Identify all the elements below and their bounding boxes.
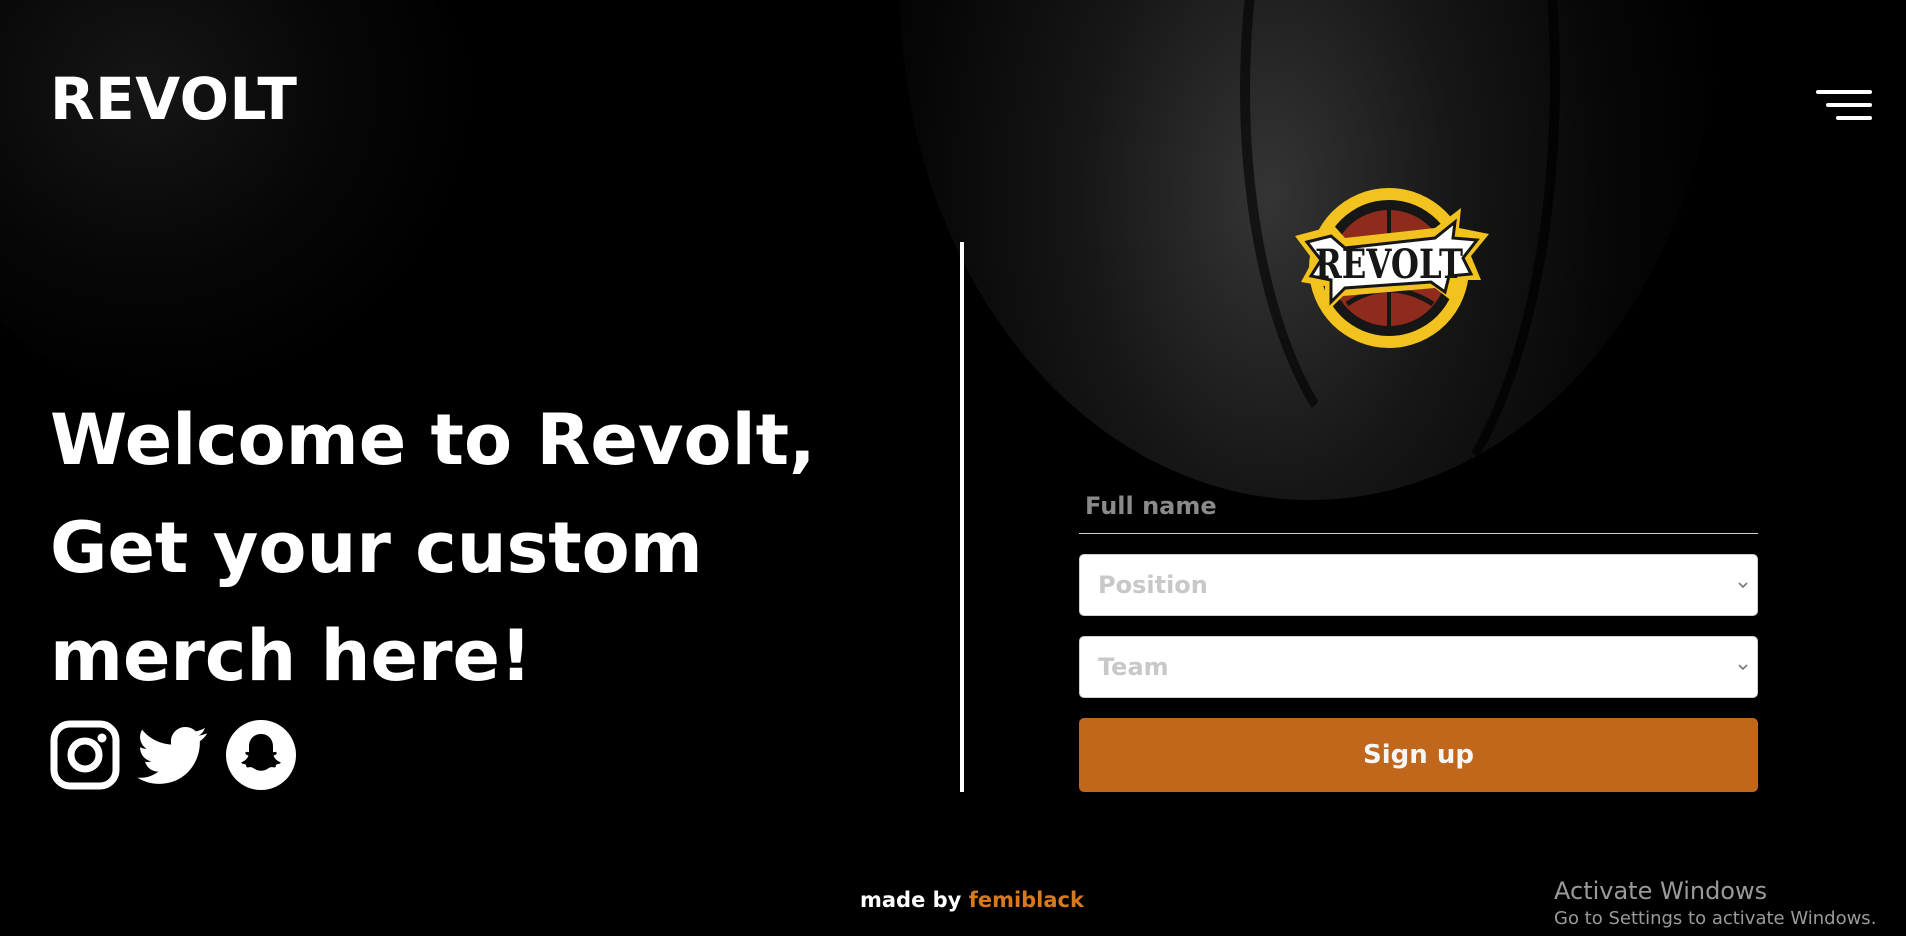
logo-text: REVOLT: [1315, 241, 1463, 288]
page: REVOLT Welcome to Revolt, Get your custo…: [0, 0, 1906, 936]
watermark-title: Activate Windows: [1554, 877, 1768, 905]
menu-line: [1826, 103, 1872, 107]
watermark-subtitle: Go to Settings to activate Windows.: [1554, 908, 1877, 929]
snapchat-icon[interactable]: [226, 720, 296, 790]
chevron-down-icon: [1738, 664, 1748, 671]
twitter-icon[interactable]: [138, 720, 208, 790]
background-shading: [0, 0, 480, 400]
hamburger-menu-icon[interactable]: [1814, 88, 1872, 128]
author-link[interactable]: femiblack: [969, 888, 1084, 912]
brand-logo-text[interactable]: REVOLT: [50, 70, 297, 128]
team-select[interactable]: Team: [1079, 636, 1758, 698]
vertical-divider: [960, 242, 964, 792]
instagram-icon[interactable]: [50, 720, 120, 790]
position-select-value: Position: [1098, 571, 1208, 599]
menu-line: [1816, 90, 1872, 94]
made-by-label: made by: [860, 888, 962, 912]
social-links: [50, 720, 296, 790]
full-name-input[interactable]: [1079, 478, 1758, 534]
position-select[interactable]: Position: [1079, 554, 1758, 616]
signup-form: Position Team Sign up: [1079, 478, 1758, 792]
menu-line: [1836, 116, 1872, 120]
footer-credit: made by femiblack: [860, 888, 1084, 912]
hero-headline: Welcome to Revolt, Get your custom merch…: [50, 399, 816, 697]
chevron-down-icon: [1738, 582, 1748, 589]
activate-windows-watermark: Activate Windows Go to Settings to activ…: [1554, 876, 1876, 932]
team-select-value: Team: [1098, 653, 1169, 681]
sign-up-button[interactable]: Sign up: [1079, 718, 1758, 792]
revolt-badge-logo: REVOLT: [1295, 188, 1489, 348]
